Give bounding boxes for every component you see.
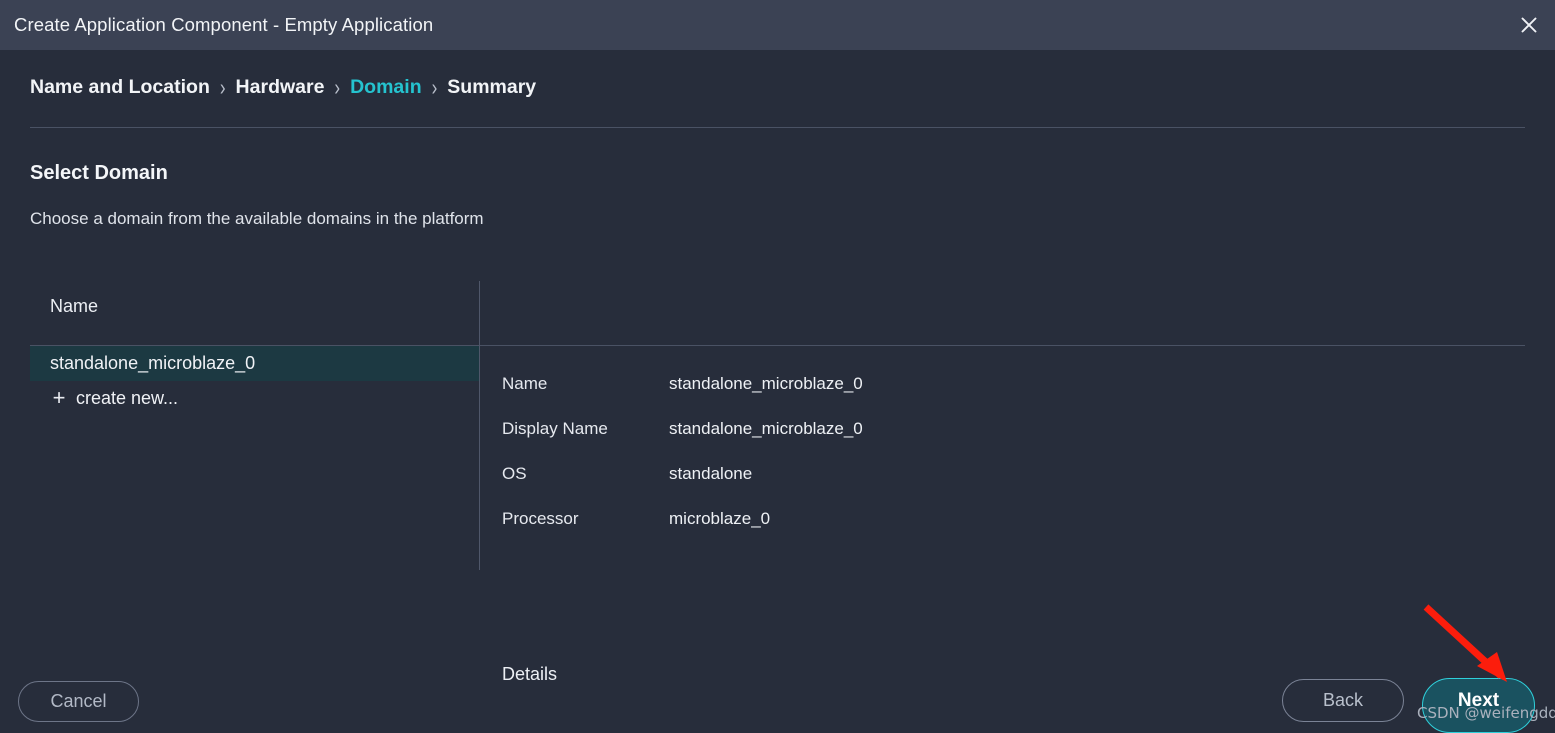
detail-value-display-name: standalone_microblaze_0: [669, 419, 863, 438]
window-title: Create Application Component - Empty App…: [14, 14, 434, 35]
detail-value-os: standalone: [669, 464, 753, 483]
close-button[interactable]: [1503, 0, 1555, 50]
detail-value-name: standalone_microblaze_0: [669, 374, 863, 393]
breadcrumb-item-name-and-location[interactable]: Name and Location: [30, 76, 210, 99]
breadcrumb-item-domain[interactable]: Domain: [350, 76, 422, 99]
pane-headers: Name Details: [0, 290, 1555, 684]
close-icon: [1519, 15, 1539, 35]
page-subtitle: Choose a domain from the available domai…: [30, 209, 484, 228]
plus-icon: +: [52, 384, 66, 410]
detail-row: Processor microblaze_0: [502, 509, 1502, 554]
back-button-label: Back: [1322, 690, 1364, 710]
breadcrumb-separator-icon: ›: [431, 74, 438, 100]
detail-label-name: Name: [502, 374, 548, 393]
pane-vertical-separator: [479, 281, 480, 570]
breadcrumb: Name and Location › Hardware › Domain › …: [30, 74, 536, 100]
breadcrumb-divider: [30, 127, 1525, 128]
breadcrumb-item-hardware[interactable]: Hardware: [236, 76, 325, 99]
breadcrumb-separator-icon: ›: [219, 74, 226, 100]
detail-row: OS standalone: [502, 464, 1502, 509]
cancel-button[interactable]: Cancel: [18, 681, 139, 722]
cancel-button-label: Cancel: [50, 691, 107, 711]
column-header-name: Name: [50, 296, 99, 316]
breadcrumb-separator-icon: ›: [334, 74, 341, 100]
detail-label-display-name: Display Name: [502, 419, 608, 438]
back-button[interactable]: Back: [1282, 679, 1404, 722]
list-item-standalone-microblaze-0[interactable]: standalone_microblaze_0: [30, 346, 479, 381]
details-panel: Name standalone_microblaze_0 Display Nam…: [502, 374, 1502, 554]
detail-row: Name standalone_microblaze_0: [502, 374, 1502, 419]
detail-label-processor: Processor: [502, 509, 579, 528]
list-item-label: create new...: [76, 388, 179, 408]
list-item-create-new[interactable]: + create new...: [30, 381, 479, 416]
detail-label-os: OS: [502, 464, 527, 483]
list-item-label: standalone_microblaze_0: [50, 353, 256, 373]
page-title: Select Domain: [30, 162, 168, 184]
window-title-bar: Create Application Component - Empty App…: [0, 0, 1555, 50]
next-button[interactable]: Next: [1422, 678, 1535, 733]
domain-list: standalone_microblaze_0 + create new...: [30, 346, 479, 416]
detail-value-processor: microblaze_0: [669, 509, 771, 528]
breadcrumb-item-summary[interactable]: Summary: [447, 76, 536, 99]
detail-row: Display Name standalone_microblaze_0: [502, 419, 1502, 464]
next-button-label: Next: [1457, 690, 1500, 711]
